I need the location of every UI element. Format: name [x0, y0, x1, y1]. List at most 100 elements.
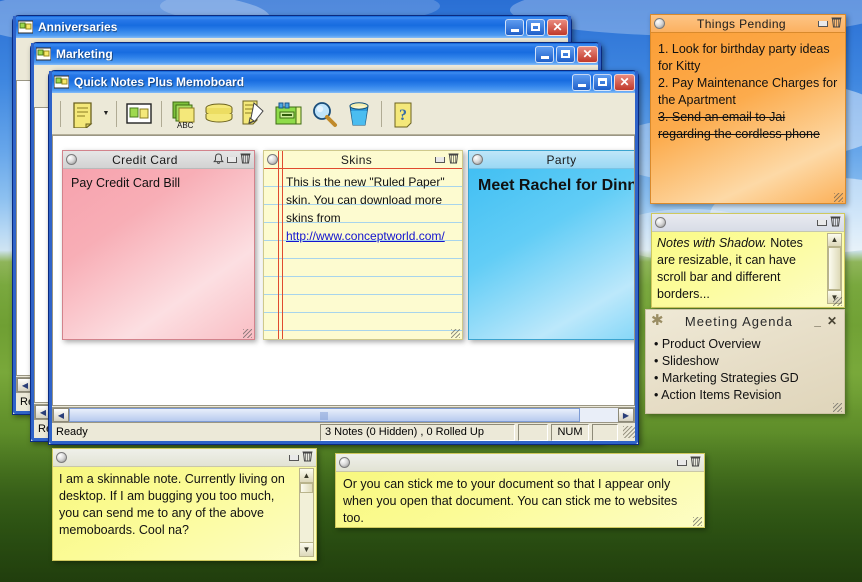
window-quick-notes-plus-memoboard[interactable]: Quick Notes Plus Memoboard ✕ ▼ ABC ? Cre… — [48, 70, 639, 445]
note-rollup-button[interactable] — [289, 454, 299, 461]
toolbar[interactable]: ▼ ABC ? — [52, 93, 635, 135]
note-menu-icon[interactable] — [267, 154, 278, 165]
note-body[interactable]: 1. Look for birthday party ideas for Kit… — [651, 33, 845, 151]
note-tools-icon[interactable] — [272, 97, 306, 131]
note-body[interactable]: Meet Rachel for Dinner — [469, 169, 634, 203]
rolled-notes-stack-icon[interactable] — [202, 97, 236, 131]
window-controls[interactable]: ✕ — [572, 73, 635, 91]
note-body[interactable]: Pay Credit Card Bill — [63, 169, 254, 197]
note-resize-grip[interactable] — [451, 329, 460, 338]
note-rollup-button[interactable] — [227, 156, 237, 163]
close-button[interactable]: ✕ — [614, 73, 635, 91]
notes-abc-icon[interactable]: ABC — [167, 97, 201, 131]
memoboard-icon[interactable] — [122, 97, 156, 131]
note-resize-grip[interactable] — [833, 403, 842, 412]
minimize-button[interactable] — [572, 73, 591, 91]
titlebar-marketing[interactable]: Marketing ✕ — [31, 43, 601, 65]
note-controls[interactable] — [289, 450, 313, 465]
titlebar-anniversaries[interactable]: Anniversaries ✕ — [13, 16, 571, 38]
note-titlebar[interactable]: Party — [469, 151, 634, 169]
maximize-button[interactable] — [556, 45, 575, 63]
note-controls[interactable] — [677, 455, 701, 470]
note-controls[interactable] — [213, 152, 251, 167]
note-stick-to-document[interactable]: Or you can stick me to your document so … — [335, 453, 705, 528]
note-menu-icon[interactable] — [655, 217, 666, 228]
note-titlebar[interactable] — [53, 449, 316, 467]
note-delete-icon[interactable] — [830, 215, 841, 230]
scroll-up-button[interactable]: ▲ — [300, 469, 313, 483]
titlebar-quicknotes[interactable]: Quick Notes Plus Memoboard ✕ — [49, 71, 638, 93]
note-controls[interactable]: _ ✕ — [814, 314, 841, 328]
note-rollup-button[interactable] — [677, 459, 687, 466]
window-controls[interactable]: ✕ — [505, 18, 568, 36]
maximize-button[interactable] — [526, 18, 545, 36]
note-body[interactable]: I am a skinnable note. Currently living … — [53, 467, 316, 543]
note-close-button[interactable]: ✕ — [827, 314, 837, 328]
note-titlebar[interactable] — [336, 454, 704, 472]
note-resize-grip[interactable] — [834, 193, 843, 202]
window-controls[interactable]: ✕ — [535, 45, 598, 63]
note-menu-icon[interactable] — [56, 452, 67, 463]
horizontal-scrollbar[interactable]: ◀ ▶ — [52, 407, 635, 423]
note-resize-grip[interactable] — [243, 329, 252, 338]
note-skinnable[interactable]: I am a skinnable note. Currently living … — [52, 448, 317, 561]
note-delete-icon[interactable] — [240, 152, 251, 167]
close-button[interactable]: ✕ — [577, 45, 598, 63]
scroll-right-button[interactable]: ▶ — [618, 408, 634, 422]
note-party[interactable]: Party Meet Rachel for Dinner — [468, 150, 634, 340]
note-resize-grip[interactable] — [833, 297, 842, 306]
minimize-button[interactable] — [505, 18, 524, 36]
scroll-down-button[interactable]: ▼ — [300, 542, 313, 556]
note-titlebar[interactable] — [652, 214, 844, 232]
note-menu-icon[interactable] — [472, 154, 483, 165]
new-note-dropdown-arrow-icon[interactable]: ▼ — [101, 97, 111, 131]
note-vertical-scrollbar[interactable]: ▲ ▼ — [299, 468, 314, 557]
note-rollup-button[interactable] — [817, 219, 827, 226]
asterisk-icon[interactable]: ✱ — [649, 313, 664, 328]
note-controls[interactable] — [435, 152, 459, 167]
note-skins[interactable]: Skins This is the new "Ruled Paper" skin… — [263, 150, 463, 340]
close-button[interactable]: ✕ — [547, 18, 568, 36]
note-menu-icon[interactable] — [339, 457, 350, 468]
note-things-pending[interactable]: Things Pending 1. Look for birthday part… — [650, 14, 846, 204]
note-meeting-agenda[interactable]: ✱ Meeting Agenda _ ✕ • Product Overview … — [645, 309, 845, 414]
note-delete-icon[interactable] — [831, 16, 842, 31]
note-rollup-button[interactable] — [818, 20, 828, 27]
recycle-bin-icon[interactable] — [342, 97, 376, 131]
help-icon[interactable]: ? — [387, 97, 421, 131]
note-delete-icon[interactable] — [302, 450, 313, 465]
note-controls[interactable] — [817, 215, 841, 230]
note-delete-icon[interactable] — [690, 455, 701, 470]
note-rollup-button[interactable] — [435, 156, 445, 163]
note-titlebar[interactable]: Credit Card — [63, 151, 254, 169]
note-body[interactable]: Or you can stick me to your document so … — [336, 472, 704, 531]
search-icon[interactable] — [307, 97, 341, 131]
scroll-left-button[interactable]: ◀ — [53, 408, 69, 422]
memoboard-canvas[interactable]: Credit Card Pay Credit Card Bill Skins T… — [52, 135, 635, 406]
note-resize-grip[interactable] — [693, 517, 702, 526]
alarm-bell-icon[interactable] — [213, 152, 224, 167]
note-titlebar[interactable]: ✱ Meeting Agenda _ ✕ — [646, 310, 844, 332]
note-controls[interactable] — [818, 16, 842, 31]
scroll-thumb[interactable] — [300, 483, 313, 493]
scroll-thumb[interactable] — [828, 246, 841, 291]
note-titlebar[interactable]: Skins — [264, 151, 462, 169]
note-delete-icon[interactable] — [448, 152, 459, 167]
note-body[interactable]: This is the new "Ruled Paper" skin. You … — [264, 169, 462, 249]
note-titlebar[interactable]: Things Pending — [651, 15, 845, 33]
note-vertical-scrollbar[interactable]: ▲ ▼ — [827, 233, 842, 304]
minimize-button[interactable] — [535, 45, 554, 63]
note-minimize-button[interactable]: _ — [814, 314, 821, 328]
edit-note-icon[interactable] — [237, 97, 271, 131]
note-menu-icon[interactable] — [66, 154, 77, 165]
new-note-icon[interactable] — [66, 97, 100, 131]
scroll-track[interactable] — [69, 408, 618, 422]
note-credit-card[interactable]: Credit Card Pay Credit Card Bill — [62, 150, 255, 340]
window-resize-grip[interactable] — [623, 426, 635, 438]
note-menu-icon[interactable] — [654, 18, 665, 29]
note-body[interactable]: • Product Overview • Slideshow • Marketi… — [646, 332, 844, 408]
conceptworld-link[interactable]: http://www.conceptworld.com/ — [286, 227, 458, 245]
maximize-button[interactable] — [593, 73, 612, 91]
note-body[interactable]: Notes with Shadow. Notes are resizable, … — [652, 232, 844, 306]
note-shadow[interactable]: Notes with Shadow. Notes are resizable, … — [651, 213, 845, 308]
